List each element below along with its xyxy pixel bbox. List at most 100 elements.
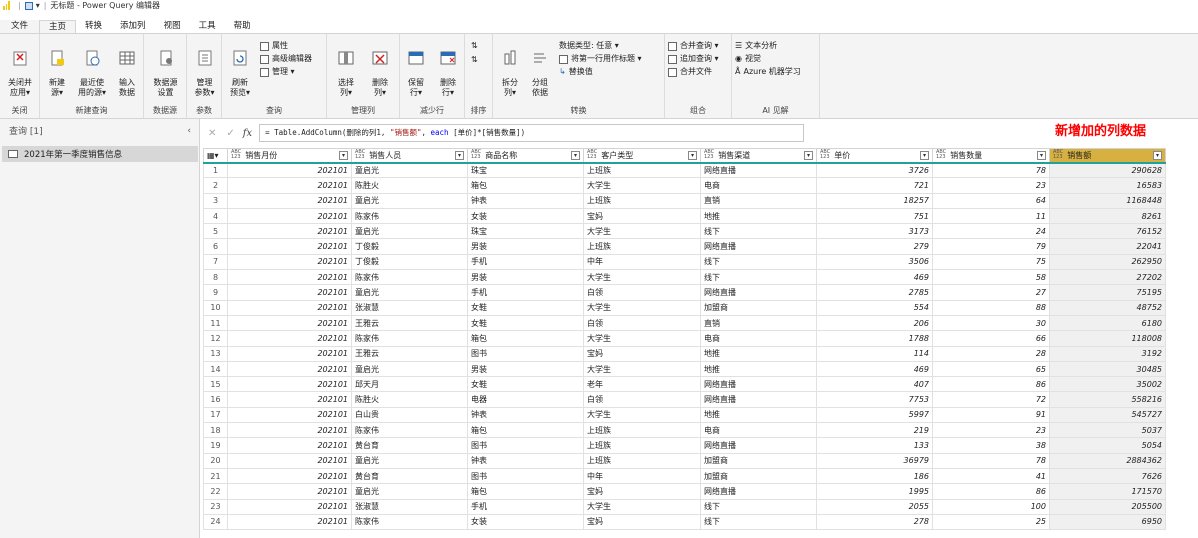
table-cell[interactable]: 大学生 (583, 498, 701, 515)
column-header[interactable]: ABC 123 销售数量 ▾ (932, 148, 1050, 164)
table-cell[interactable]: 202101 (227, 330, 352, 347)
column-header[interactable]: ABC 123 销售人员 ▾ (351, 148, 468, 164)
choose-columns-button[interactable]: 选择 列▾ (330, 40, 362, 98)
table-cell[interactable]: 地推 (700, 207, 817, 225)
table-cell[interactable]: 中年 (583, 253, 701, 271)
table-row[interactable]: 21 202101 黄台育 图书 中年 加盟商 186 41 7626 (203, 467, 1166, 485)
row-number[interactable]: 10 (203, 299, 228, 316)
table-cell[interactable]: 上班族 (583, 452, 701, 469)
table-cell[interactable]: 202101 (227, 207, 352, 225)
table-cell[interactable]: 1168448 (1049, 192, 1166, 209)
row-number[interactable]: 7 (203, 253, 228, 271)
table-cell[interactable]: 珠宝 (467, 161, 584, 179)
row-number[interactable]: 8 (203, 269, 228, 286)
table-cell[interactable]: 202101 (227, 299, 352, 316)
table-cell[interactable]: 25 (932, 513, 1050, 531)
table-cell[interactable]: 图书 (467, 437, 584, 454)
table-cell[interactable]: 11 (932, 207, 1050, 225)
table-cell[interactable]: 1995 (816, 483, 933, 500)
table-cell[interactable]: 地推 (700, 360, 817, 378)
table-cell[interactable]: 65 (932, 360, 1050, 378)
table-cell[interactable]: 线下 (700, 498, 817, 515)
table-cell[interactable]: 宝妈 (583, 345, 701, 362)
collapse-chevron-icon[interactable]: ‹ (187, 126, 191, 136)
table-cell[interactable]: 大学生 (583, 177, 701, 194)
table-cell[interactable]: 图书 (467, 345, 584, 362)
table-row[interactable]: 24 202101 陈家伟 女装 宝妈 线下 278 25 6950 (203, 513, 1166, 531)
table-row[interactable]: 4 202101 陈家伟 女装 宝妈 地推 751 11 8261 (203, 207, 1166, 225)
row-number[interactable]: 14 (203, 360, 228, 378)
table-cell[interactable]: 91 (932, 406, 1050, 424)
filter-dropdown-icon[interactable]: ▾ (688, 151, 697, 160)
close-apply-button[interactable]: 关闭并 应用▾ (2, 40, 38, 98)
table-cell[interactable]: 118008 (1049, 330, 1166, 347)
table-cell[interactable]: 电商 (700, 422, 817, 439)
table-cell[interactable]: 5037 (1049, 422, 1166, 439)
table-cell[interactable]: 加盟商 (700, 467, 817, 485)
table-cell[interactable]: 线下 (700, 513, 817, 531)
table-cell[interactable]: 手机 (467, 498, 584, 515)
table-cell[interactable]: 28 (932, 345, 1050, 362)
table-cell[interactable]: 202101 (227, 513, 352, 531)
table-cell[interactable]: 64 (932, 192, 1050, 209)
table-cell[interactable]: 网络直播 (700, 483, 817, 500)
table-cell[interactable]: 陈胜火 (351, 177, 468, 194)
table-cell[interactable]: 网络直播 (700, 284, 817, 301)
table-cell[interactable]: 202101 (227, 422, 352, 439)
table-cell[interactable]: 202101 (227, 161, 352, 179)
table-cell[interactable]: 24 (932, 223, 1050, 240)
table-cell[interactable]: 38 (932, 437, 1050, 454)
table-cell[interactable]: 202101 (227, 253, 352, 271)
filter-dropdown-icon[interactable]: ▾ (804, 151, 813, 160)
table-row[interactable]: 16 202101 陈胜火 电器 白领 网络直播 7753 72 558216 (203, 391, 1166, 408)
enter-data-button[interactable]: 输入 数据 (112, 40, 142, 98)
table-cell[interactable]: 上班族 (583, 437, 701, 454)
table-cell[interactable]: 79 (932, 238, 1050, 255)
table-cell[interactable]: 箱包 (467, 422, 584, 439)
table-cell[interactable]: 6180 (1049, 314, 1166, 332)
table-cell[interactable]: 133 (816, 437, 933, 454)
table-row[interactable]: 20 202101 童启光 钟表 上班族 加盟商 36979 78 2884362 (203, 452, 1166, 469)
tab-transform[interactable]: 转换 (76, 20, 111, 33)
sort-ascending-button[interactable]: ⇅ (471, 40, 478, 52)
table-cell[interactable]: 205500 (1049, 498, 1166, 515)
table-cell[interactable]: 张淑慧 (351, 498, 468, 515)
table-cell[interactable]: 白山贵 (351, 406, 468, 424)
table-cell[interactable]: 22041 (1049, 238, 1166, 255)
table-row[interactable]: 10 202101 张淑慧 女鞋 大学生 加盟商 554 88 48752 (203, 299, 1166, 316)
table-cell[interactable]: 童启光 (351, 192, 468, 209)
row-number[interactable]: 6 (203, 238, 228, 255)
filter-dropdown-icon[interactable]: ▾ (920, 151, 929, 160)
table-row[interactable]: 1 202101 童启光 珠宝 上班族 网络直播 3726 78 290628 (203, 161, 1166, 179)
new-source-button[interactable]: 新建 源▾ (42, 40, 72, 98)
table-row[interactable]: 12 202101 陈家伟 箱包 大学生 电商 1788 66 118008 (203, 330, 1166, 347)
table-cell[interactable]: 女鞋 (467, 299, 584, 316)
table-cell[interactable]: 加盟商 (700, 452, 817, 469)
table-cell[interactable]: 76152 (1049, 223, 1166, 240)
row-number[interactable]: 12 (203, 330, 228, 347)
row-number[interactable]: 17 (203, 406, 228, 424)
row-number[interactable]: 15 (203, 376, 228, 393)
table-row[interactable]: 22 202101 童启光 箱包 宝妈 网络直播 1995 86 171570 (203, 483, 1166, 500)
table-cell[interactable]: 262950 (1049, 253, 1166, 271)
table-cell[interactable]: 202101 (227, 498, 352, 515)
table-cell[interactable]: 16583 (1049, 177, 1166, 194)
vision-button[interactable]: ◉ 视觉 (735, 53, 761, 65)
table-cell[interactable]: 88 (932, 299, 1050, 316)
table-cell[interactable]: 电商 (700, 330, 817, 347)
text-analytics-button[interactable]: ☰ 文本分析 (735, 40, 777, 52)
row-number[interactable]: 4 (203, 207, 228, 225)
table-cell[interactable]: 202101 (227, 177, 352, 194)
table-cell[interactable]: 202101 (227, 483, 352, 500)
table-row[interactable]: 19 202101 黄台育 图书 上班族 网络直播 133 38 5054 (203, 437, 1166, 454)
table-cell[interactable]: 上班族 (583, 238, 701, 255)
table-cell[interactable]: 78 (932, 452, 1050, 469)
table-cell[interactable]: 202101 (227, 284, 352, 301)
table-cell[interactable]: 5997 (816, 406, 933, 424)
sort-descending-button[interactable]: ⇅ (471, 54, 478, 66)
merge-queries-button[interactable]: 合并查询 ▾ (668, 40, 719, 52)
table-cell[interactable]: 白领 (583, 284, 701, 301)
quick-access-dropdown-icon[interactable]: ▾ (36, 1, 40, 10)
table-cell[interactable]: 290628 (1049, 161, 1166, 179)
table-cell[interactable]: 279 (816, 238, 933, 255)
